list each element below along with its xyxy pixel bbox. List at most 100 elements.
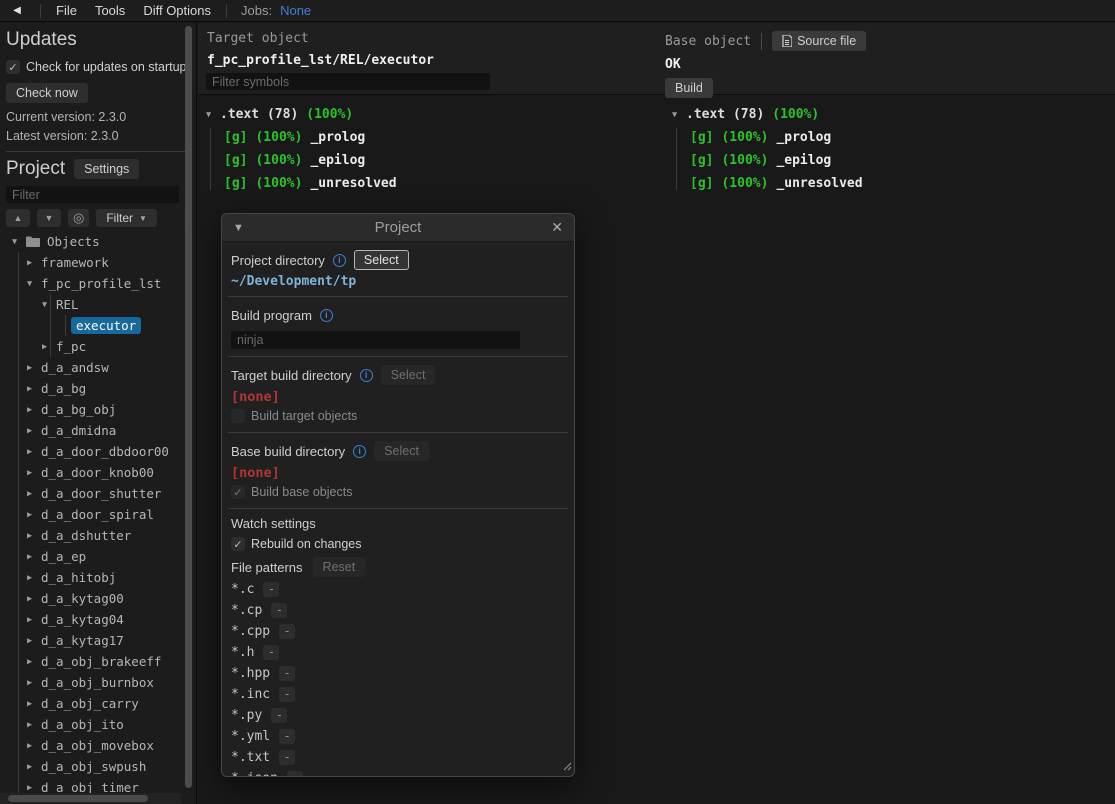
tree-collapsed-icon[interactable]: ▶ <box>27 405 41 415</box>
tree-item-d-a-ep[interactable]: ▶d_a_ep <box>6 546 190 567</box>
tree-collapsed-icon[interactable]: ▶ <box>27 447 41 457</box>
tree-item-d-a-kytag04[interactable]: ▶d_a_kytag04 <box>6 609 190 630</box>
tree-collapsed-icon[interactable]: ▶ <box>27 258 41 268</box>
window-collapse-icon[interactable]: ▼ <box>233 222 253 234</box>
tree-expanded-icon[interactable]: ▼ <box>12 237 26 247</box>
remove-pattern-button[interactable]: - <box>279 687 295 702</box>
close-icon[interactable]: ✕ <box>543 219 563 236</box>
tree-collapsed-icon[interactable]: ▶ <box>27 783 41 793</box>
symbol-row-epilog[interactable]: [g](100%)_epilog <box>690 149 863 172</box>
checkbox-checked-icon[interactable]: ✓ <box>231 485 245 499</box>
tree-collapsed-icon[interactable]: ▶ <box>27 426 41 436</box>
tree-item-f-pc[interactable]: ▶f_pc <box>6 336 190 357</box>
tree-item-d-a-door-spiral[interactable]: ▶d_a_door_spiral <box>6 504 190 525</box>
tree-item-d-a-obj-swpush[interactable]: ▶d_a_obj_swpush <box>6 756 190 777</box>
remove-pattern-button[interactable]: - <box>287 771 303 777</box>
tree-item-d-a-door-dbdoor00[interactable]: ▶d_a_door_dbdoor00 <box>6 441 190 462</box>
tree-item-d-a-hitobj[interactable]: ▶d_a_hitobj <box>6 567 190 588</box>
check-now-button[interactable]: Check now <box>6 83 88 103</box>
symbol-section-header[interactable]: ▼.text (78)(100%) <box>206 103 397 126</box>
remove-pattern-button[interactable]: - <box>279 624 295 639</box>
tree-collapsed-icon[interactable]: ▶ <box>27 762 41 772</box>
tree-item-d-a-obj-brakeeff[interactable]: ▶d_a_obj_brakeeff <box>6 651 190 672</box>
tree-item-objects[interactable]: ▼Objects <box>6 231 190 252</box>
tree-collapsed-icon[interactable]: ▶ <box>27 699 41 709</box>
jobs-status-link[interactable]: None <box>280 3 311 18</box>
symbol-row-prolog[interactable]: [g](100%)_prolog <box>224 126 397 149</box>
tree-collapsed-icon[interactable]: ▶ <box>27 468 41 478</box>
section-expanded-icon[interactable]: ▼ <box>206 110 220 120</box>
remove-pattern-button[interactable]: - <box>279 666 295 681</box>
tree-expanded-icon[interactable]: ▼ <box>27 279 41 289</box>
tree-collapsed-icon[interactable]: ▶ <box>27 678 41 688</box>
tree-collapsed-icon[interactable]: ▶ <box>27 741 41 751</box>
build-target-objects-checkbox[interactable]: Build target objects <box>231 407 565 425</box>
tree-item-d-a-obj-burnbox[interactable]: ▶d_a_obj_burnbox <box>6 672 190 693</box>
symbol-row-unresolved[interactable]: [g](100%)_unresolved <box>224 172 397 195</box>
tree-item-framework[interactable]: ▶framework <box>6 252 190 273</box>
checkbox-checked-icon[interactable]: ✓ <box>231 537 245 551</box>
tree-collapsed-icon[interactable]: ▶ <box>27 594 41 604</box>
locate-object-button[interactable]: ◎ <box>68 209 89 227</box>
project-window-titlebar[interactable]: ▼ Project ✕ <box>222 214 574 242</box>
tree-item-d-a-obj-ito[interactable]: ▶d_a_obj_ito <box>6 714 190 735</box>
tree-item-d-a-kytag17[interactable]: ▶d_a_kytag17 <box>6 630 190 651</box>
tree-collapsed-icon[interactable]: ▶ <box>27 384 41 394</box>
tree-item-d-a-andsw[interactable]: ▶d_a_andsw <box>6 357 190 378</box>
remove-pattern-button[interactable]: - <box>271 708 287 723</box>
project-directory-select-button[interactable]: Select <box>354 250 409 270</box>
section-expanded-icon[interactable]: ▼ <box>672 110 686 120</box>
tree-item-d-a-kytag00[interactable]: ▶d_a_kytag00 <box>6 588 190 609</box>
remove-pattern-button[interactable]: - <box>279 750 295 765</box>
tree-item-d-a-dshutter[interactable]: ▶d_a_dshutter <box>6 525 190 546</box>
tree-item-d-a-obj-movebox[interactable]: ▶d_a_obj_movebox <box>6 735 190 756</box>
source-file-button[interactable]: Source file <box>772 31 866 51</box>
tree-item-f-pc-profile-lst[interactable]: ▼f_pc_profile_lst <box>6 273 190 294</box>
tree-collapsed-icon[interactable]: ▶ <box>42 342 56 352</box>
check-updates-startup-checkbox[interactable]: ✓ Check for updates on startup <box>6 58 190 76</box>
target-build-directory-select-button[interactable]: Select <box>381 365 436 385</box>
tree-collapsed-icon[interactable]: ▶ <box>27 615 41 625</box>
tree-item-d-a-obj-carry[interactable]: ▶d_a_obj_carry <box>6 693 190 714</box>
tree-item-d-a-door-knob00[interactable]: ▶d_a_door_knob00 <box>6 462 190 483</box>
symbol-row-unresolved[interactable]: [g](100%)_unresolved <box>690 172 863 195</box>
tree-item-executor[interactable]: executor <box>6 315 190 336</box>
resize-handle[interactable] <box>561 759 572 774</box>
menu-tools[interactable]: Tools <box>86 3 134 18</box>
tree-item-d-a-door-shutter[interactable]: ▶d_a_door_shutter <box>6 483 190 504</box>
tree-expanded-icon[interactable]: ▼ <box>42 300 56 310</box>
remove-pattern-button[interactable]: - <box>271 603 287 618</box>
sidebar-vertical-scrollbar-thumb[interactable] <box>185 26 192 788</box>
project-filter-input[interactable] <box>6 186 179 203</box>
filter-dropdown-button[interactable]: Filter ▼ <box>96 209 157 227</box>
tree-collapsed-icon[interactable]: ▶ <box>27 531 41 541</box>
checkbox-checked-icon[interactable]: ✓ <box>6 60 20 74</box>
tree-item-d-a-bg[interactable]: ▶d_a_bg <box>6 378 190 399</box>
menu-file[interactable]: File <box>47 3 86 18</box>
build-program-input[interactable] <box>231 331 520 349</box>
tree-collapsed-icon[interactable]: ▶ <box>27 510 41 520</box>
build-base-objects-checkbox[interactable]: ✓ Build base objects <box>231 483 565 501</box>
tree-collapsed-icon[interactable]: ▶ <box>27 636 41 646</box>
base-build-directory-select-button[interactable]: Select <box>374 441 429 461</box>
menu-diff-options[interactable]: Diff Options <box>134 3 220 18</box>
reset-patterns-button[interactable]: Reset <box>313 557 366 577</box>
tree-collapsed-icon[interactable]: ▶ <box>27 363 41 373</box>
sidebar-horizontal-scrollbar-thumb[interactable] <box>8 795 148 802</box>
build-button[interactable]: Build <box>665 78 713 98</box>
tree-item-rel[interactable]: ▼REL <box>6 294 190 315</box>
remove-pattern-button[interactable]: - <box>279 729 295 744</box>
remove-pattern-button[interactable]: - <box>263 645 279 660</box>
checkbox-unchecked-icon[interactable] <box>231 409 245 423</box>
tree-collapsed-icon[interactable]: ▶ <box>27 552 41 562</box>
expand-all-button[interactable]: ▼ <box>37 209 61 227</box>
remove-pattern-button[interactable]: - <box>263 582 279 597</box>
tree-item-d-a-bg-obj[interactable]: ▶d_a_bg_obj <box>6 399 190 420</box>
tree-collapsed-icon[interactable]: ▶ <box>27 573 41 583</box>
symbol-row-prolog[interactable]: [g](100%)_prolog <box>690 126 863 149</box>
symbol-row-epilog[interactable]: [g](100%)_epilog <box>224 149 397 172</box>
rebuild-on-changes-checkbox[interactable]: ✓ Rebuild on changes <box>231 535 565 553</box>
tree-collapsed-icon[interactable]: ▶ <box>27 489 41 499</box>
project-settings-button[interactable]: Settings <box>74 159 139 179</box>
tree-collapsed-icon[interactable]: ▶ <box>27 720 41 730</box>
